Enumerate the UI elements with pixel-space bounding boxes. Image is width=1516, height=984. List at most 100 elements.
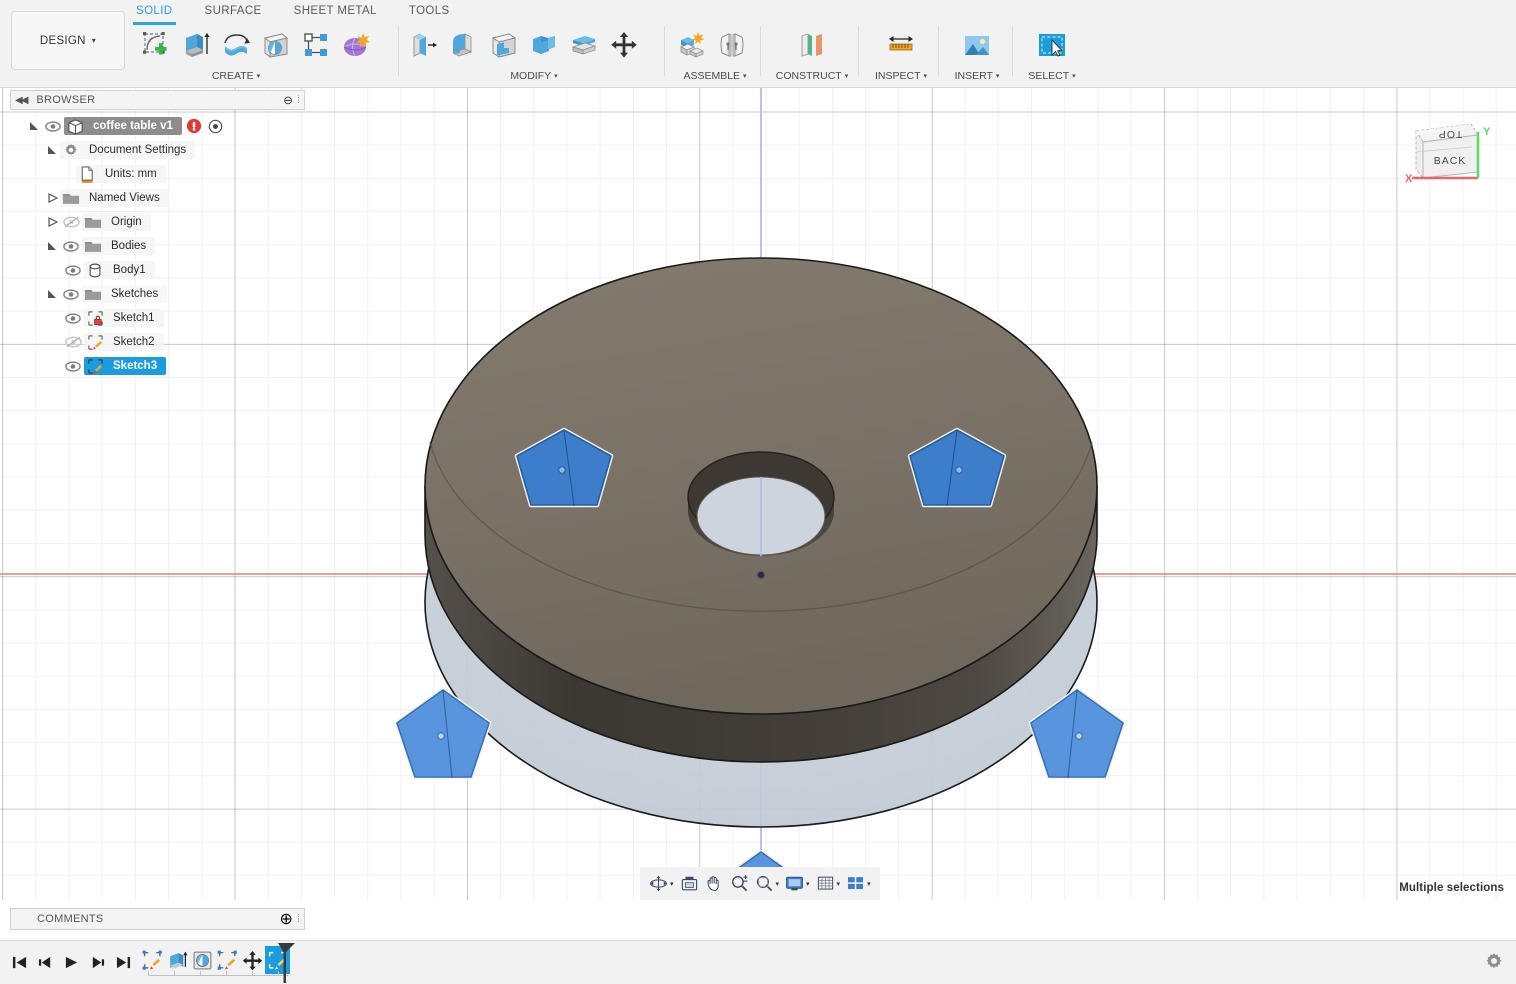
extrude-button[interactable]	[176, 24, 216, 66]
display-settings-button[interactable]: ▾	[782, 870, 813, 897]
timeline-settings-button[interactable]	[1484, 951, 1504, 971]
viewports-button[interactable]: ▾	[843, 870, 874, 897]
tab-solid[interactable]: SOLID	[120, 2, 189, 25]
panel-select-label[interactable]: SELECT ▾	[1018, 70, 1086, 82]
fillet-button[interactable]	[444, 24, 484, 66]
tree-item-sketch2[interactable]: Sketch2	[10, 330, 305, 354]
zoom-button[interactable]	[727, 870, 752, 897]
tab-sheet-metal[interactable]: SHEET METAL	[278, 2, 393, 20]
revolve-button[interactable]	[216, 24, 256, 66]
press-pull-button[interactable]	[404, 24, 444, 66]
move-copy-button[interactable]	[604, 24, 644, 66]
visibility-eye-off-icon[interactable]	[60, 216, 82, 228]
visibility-eye-icon[interactable]	[62, 264, 84, 276]
tree-item-named-views[interactable]: Named Views	[10, 186, 305, 210]
origin-point[interactable]	[756, 570, 766, 580]
timeline-feature-extrude1[interactable]	[165, 946, 190, 974]
tree-item-sketches[interactable]: Sketches	[10, 282, 305, 306]
minimize-icon[interactable]: ⊖	[283, 93, 293, 107]
visibility-eye-off-icon[interactable]	[62, 336, 84, 348]
ribbon-divider	[858, 26, 859, 76]
timeline-marker[interactable]	[275, 943, 297, 983]
go-to-beginning-button[interactable]	[8, 949, 30, 975]
offset-face-button[interactable]	[564, 24, 604, 66]
viewcube-x-axis-label: X	[1405, 173, 1413, 185]
visibility-eye-icon[interactable]	[42, 120, 64, 132]
panel-inspect: INSPECT ▾	[866, 22, 936, 84]
collapse-arrow-icon[interactable]	[44, 216, 60, 228]
tree-item-body1[interactable]: Body1	[10, 258, 305, 282]
comments-panel[interactable]: COMMENTS ⊕ ⁞	[10, 908, 305, 930]
timeline-feature-sketch2[interactable]	[215, 946, 240, 974]
fit-button[interactable]: ▾	[752, 870, 783, 897]
tree-item-sketch1[interactable]: Sketch1	[10, 306, 305, 330]
tree-item-label: Document Settings	[89, 144, 187, 156]
select-button[interactable]	[1032, 24, 1072, 66]
create-form-button[interactable]	[336, 24, 376, 66]
tree-item-component-root[interactable]: coffee table v1	[10, 114, 305, 138]
new-component-button[interactable]	[672, 24, 712, 66]
chevron-down-icon: ▾	[670, 880, 674, 888]
visibility-eye-icon[interactable]	[62, 312, 84, 324]
expand-arrow-icon[interactable]	[44, 241, 60, 252]
pan-button[interactable]	[702, 870, 727, 897]
go-to-end-button[interactable]	[112, 949, 134, 975]
chevron-down-icon: ▾	[1072, 73, 1076, 80]
timeline-feature-move1[interactable]	[240, 946, 265, 974]
timeline-feature-hole1[interactable]	[190, 946, 215, 974]
collapse-icon[interactable]: ◀◀	[15, 95, 28, 106]
measure-button[interactable]	[881, 24, 921, 66]
folder-icon	[60, 191, 82, 206]
panel-inspect-label[interactable]: INSPECT ▾	[866, 70, 936, 82]
collapse-arrow-icon[interactable]	[44, 192, 60, 204]
panel-insert-label[interactable]: INSERT ▾	[944, 70, 1010, 82]
tab-tools[interactable]: TOOLS	[393, 2, 466, 20]
orbit-button[interactable]: ▾	[646, 870, 677, 897]
sphere-button[interactable]	[256, 24, 296, 66]
tree-item-sketch3[interactable]: Sketch3	[10, 354, 305, 378]
step-back-button[interactable]	[34, 949, 56, 975]
tree-item-origin[interactable]: Origin	[10, 210, 305, 234]
chevron-down-icon: ▾	[91, 36, 97, 45]
tree-item-bodies[interactable]: Bodies	[10, 234, 305, 258]
resize-grip[interactable]: ⁞	[297, 913, 300, 925]
step-forward-button[interactable]	[86, 949, 108, 975]
panel-modify-label[interactable]: MODIFY ▾	[434, 70, 634, 82]
pattern-button[interactable]	[296, 24, 336, 66]
tree-item-units[interactable]: Units: mm	[10, 162, 305, 186]
panel-assemble-label[interactable]: ASSEMBLE ▾	[672, 70, 758, 82]
combine-button[interactable]	[524, 24, 564, 66]
tree-item-label: coffee table v1	[93, 120, 173, 132]
panel-construct-label[interactable]: CONSTRUCT ▾	[768, 70, 856, 82]
activate-radio-icon[interactable]	[208, 119, 223, 134]
tab-surface[interactable]: SURFACE	[189, 2, 278, 20]
folder-sketch-icon	[82, 287, 104, 302]
play-button[interactable]	[60, 949, 82, 975]
panel-create-label[interactable]: CREATE ▾	[136, 70, 336, 82]
resize-grip[interactable]: ⁞	[297, 94, 300, 106]
expand-arrow-icon[interactable]	[44, 145, 60, 156]
expand-arrow-icon[interactable]	[44, 289, 60, 300]
panel-construct: CONSTRUCT ▾	[768, 22, 856, 84]
visibility-eye-icon[interactable]	[60, 240, 82, 252]
expand-arrow-icon[interactable]	[26, 121, 42, 132]
panel-insert: INSERT ▾	[944, 22, 1010, 84]
create-sketch-button[interactable]	[136, 24, 176, 66]
tree-item-document-settings[interactable]: Document Settings	[10, 138, 305, 162]
grid-snaps-button[interactable]: ▾	[813, 870, 844, 897]
shell-button[interactable]	[484, 24, 524, 66]
timeline-tick	[148, 971, 149, 976]
solid-disc[interactable]	[424, 257, 1098, 763]
timeline-tick	[252, 971, 253, 976]
timeline-feature-sketch1[interactable]	[140, 946, 165, 974]
visibility-eye-icon[interactable]	[60, 288, 82, 300]
visibility-eye-icon[interactable]	[62, 360, 84, 372]
offset-plane-button[interactable]	[792, 24, 832, 66]
view-cube[interactable]: TOP BACK X Y	[1386, 104, 1491, 209]
warning-badge[interactable]	[186, 118, 202, 134]
look-at-button[interactable]	[677, 870, 702, 897]
add-comment-icon[interactable]: ⊕	[280, 909, 293, 929]
insert-canvas-button[interactable]	[957, 24, 997, 66]
workspace-selector[interactable]: DESIGN ▾	[11, 11, 125, 70]
joint-button[interactable]	[712, 24, 752, 66]
